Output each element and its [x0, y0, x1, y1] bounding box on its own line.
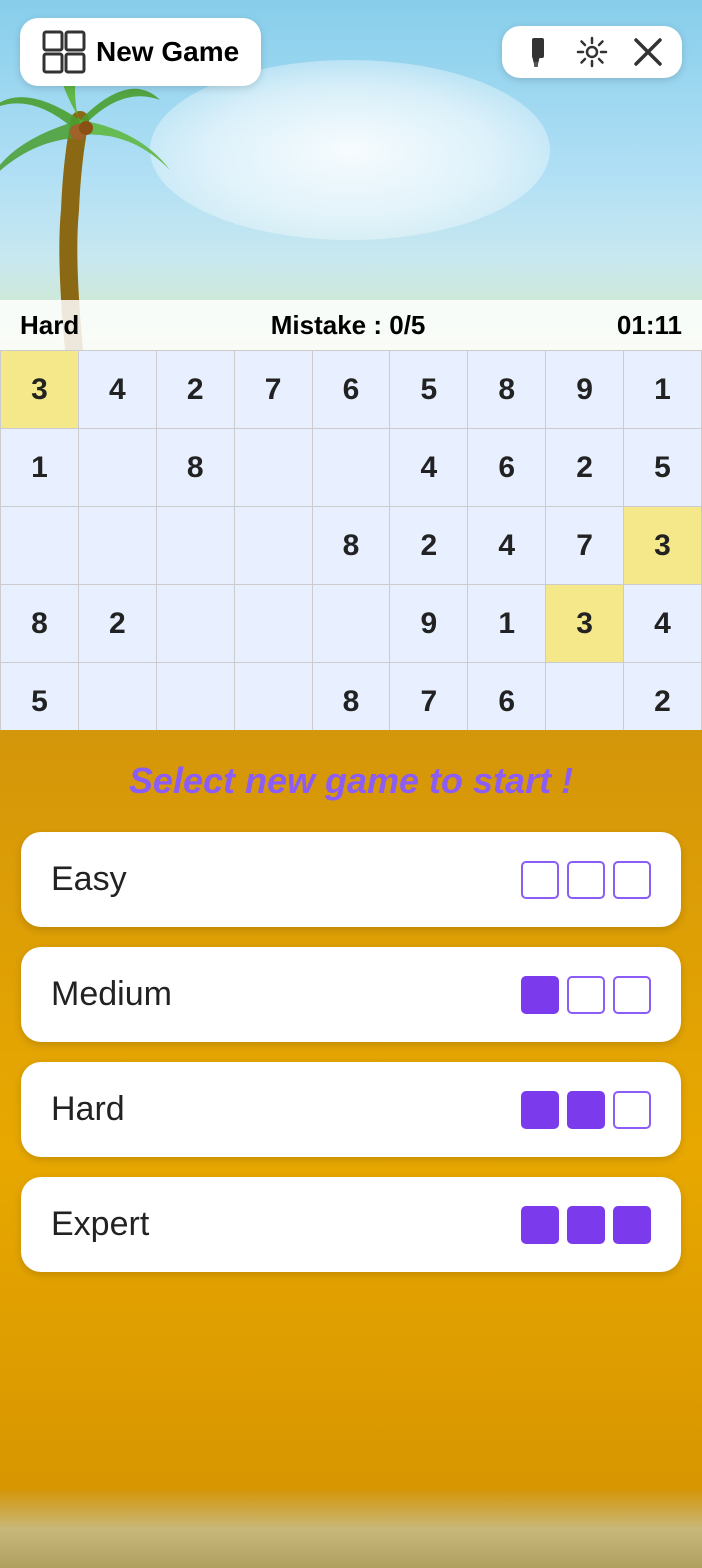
cell-3-0[interactable]: 8 — [1, 585, 79, 663]
table-row: 5 8 7 6 2 — [1, 663, 702, 741]
table-row: 1 8 4 6 2 5 — [1, 429, 702, 507]
mistake-counter: Mistake : 0/5 — [271, 310, 426, 341]
cell-4-6[interactable]: 6 — [468, 663, 546, 741]
table-row: 3 4 2 7 6 5 8 9 1 — [1, 351, 702, 429]
overlay-panel: Select new game to start ! Easy Medium H… — [0, 730, 702, 1568]
cell-0-7[interactable]: 9 — [546, 351, 624, 429]
medium-label: Medium — [51, 975, 172, 1014]
bottom-area — [0, 1490, 702, 1568]
cell-3-6[interactable]: 1 — [468, 585, 546, 663]
cell-1-1[interactable] — [78, 429, 156, 507]
cell-2-4[interactable]: 8 — [312, 507, 390, 585]
cell-1-6[interactable]: 6 — [468, 429, 546, 507]
cell-4-7[interactable] — [546, 663, 624, 741]
expert-button[interactable]: Expert — [21, 1177, 681, 1272]
cell-4-0[interactable]: 5 — [1, 663, 79, 741]
cell-2-5[interactable]: 2 — [390, 507, 468, 585]
hard-stars — [521, 1091, 651, 1129]
table-row: 8 2 4 7 3 — [1, 507, 702, 585]
medium-star-1 — [521, 976, 559, 1014]
sudoku-grid: 3 4 2 7 6 5 8 9 1 1 8 4 6 2 5 — [0, 350, 702, 741]
settings-button[interactable] — [576, 36, 608, 68]
hard-star-1 — [521, 1091, 559, 1129]
close-icon — [632, 36, 664, 68]
hard-star-2 — [567, 1091, 605, 1129]
hard-star-3 — [613, 1091, 651, 1129]
expert-star-1 — [521, 1206, 559, 1244]
medium-stars — [521, 976, 651, 1014]
expert-stars — [521, 1206, 651, 1244]
cell-3-7[interactable]: 3 — [546, 585, 624, 663]
medium-star-3 — [613, 976, 651, 1014]
cell-4-2[interactable] — [156, 663, 234, 741]
cell-4-8[interactable]: 2 — [624, 663, 702, 741]
cell-2-6[interactable]: 4 — [468, 507, 546, 585]
cell-3-4[interactable] — [312, 585, 390, 663]
cell-2-3[interactable] — [234, 507, 312, 585]
cell-0-1[interactable]: 4 — [78, 351, 156, 429]
paint-icon — [520, 36, 552, 68]
right-controls — [502, 26, 682, 78]
new-game-button[interactable]: New Game — [20, 18, 261, 86]
medium-button[interactable]: Medium — [21, 947, 681, 1042]
new-game-label: New Game — [96, 36, 239, 68]
overlay-title: Select new game to start ! — [129, 760, 573, 802]
cell-3-8[interactable]: 4 — [624, 585, 702, 663]
easy-star-2 — [567, 861, 605, 899]
settings-icon — [576, 36, 608, 68]
expert-star-2 — [567, 1206, 605, 1244]
grid-icon — [42, 30, 86, 74]
cell-2-0[interactable] — [1, 507, 79, 585]
easy-star-3 — [613, 861, 651, 899]
cell-3-5[interactable]: 9 — [390, 585, 468, 663]
hard-label: Hard — [51, 1090, 125, 1129]
cell-2-7[interactable]: 7 — [546, 507, 624, 585]
cell-1-8[interactable]: 5 — [624, 429, 702, 507]
cell-1-0[interactable]: 1 — [1, 429, 79, 507]
sudoku-grid-container: 3 4 2 7 6 5 8 9 1 1 8 4 6 2 5 — [0, 350, 702, 741]
cell-3-3[interactable] — [234, 585, 312, 663]
cell-1-5[interactable]: 4 — [390, 429, 468, 507]
hard-button[interactable]: Hard — [21, 1062, 681, 1157]
expert-label: Expert — [51, 1205, 149, 1244]
clouds — [150, 60, 550, 240]
cell-4-3[interactable] — [234, 663, 312, 741]
easy-label: Easy — [51, 860, 127, 899]
expert-star-3 — [613, 1206, 651, 1244]
cell-2-1[interactable] — [78, 507, 156, 585]
cell-1-4[interactable] — [312, 429, 390, 507]
top-bar: New Game — [0, 18, 702, 86]
cell-4-4[interactable]: 8 — [312, 663, 390, 741]
table-row: 8 2 9 1 3 4 — [1, 585, 702, 663]
cell-0-8[interactable]: 1 — [624, 351, 702, 429]
medium-star-2 — [567, 976, 605, 1014]
easy-button[interactable]: Easy — [21, 832, 681, 927]
cell-3-2[interactable] — [156, 585, 234, 663]
paint-button[interactable] — [520, 36, 552, 68]
cell-0-2[interactable]: 2 — [156, 351, 234, 429]
cell-0-0[interactable]: 3 — [1, 351, 79, 429]
easy-stars — [521, 861, 651, 899]
easy-star-1 — [521, 861, 559, 899]
cell-3-1[interactable]: 2 — [78, 585, 156, 663]
cell-0-4[interactable]: 6 — [312, 351, 390, 429]
status-bar: Hard Mistake : 0/5 01:11 — [0, 300, 702, 352]
cell-0-6[interactable]: 8 — [468, 351, 546, 429]
cell-1-2[interactable]: 8 — [156, 429, 234, 507]
cell-1-7[interactable]: 2 — [546, 429, 624, 507]
difficulty-label: Hard — [20, 310, 79, 341]
timer: 01:11 — [617, 310, 682, 341]
cell-4-1[interactable] — [78, 663, 156, 741]
cell-2-8[interactable]: 3 — [624, 507, 702, 585]
cell-0-3[interactable]: 7 — [234, 351, 312, 429]
cell-1-3[interactable] — [234, 429, 312, 507]
close-button[interactable] — [632, 36, 664, 68]
cell-0-5[interactable]: 5 — [390, 351, 468, 429]
cell-2-2[interactable] — [156, 507, 234, 585]
cell-4-5[interactable]: 7 — [390, 663, 468, 741]
